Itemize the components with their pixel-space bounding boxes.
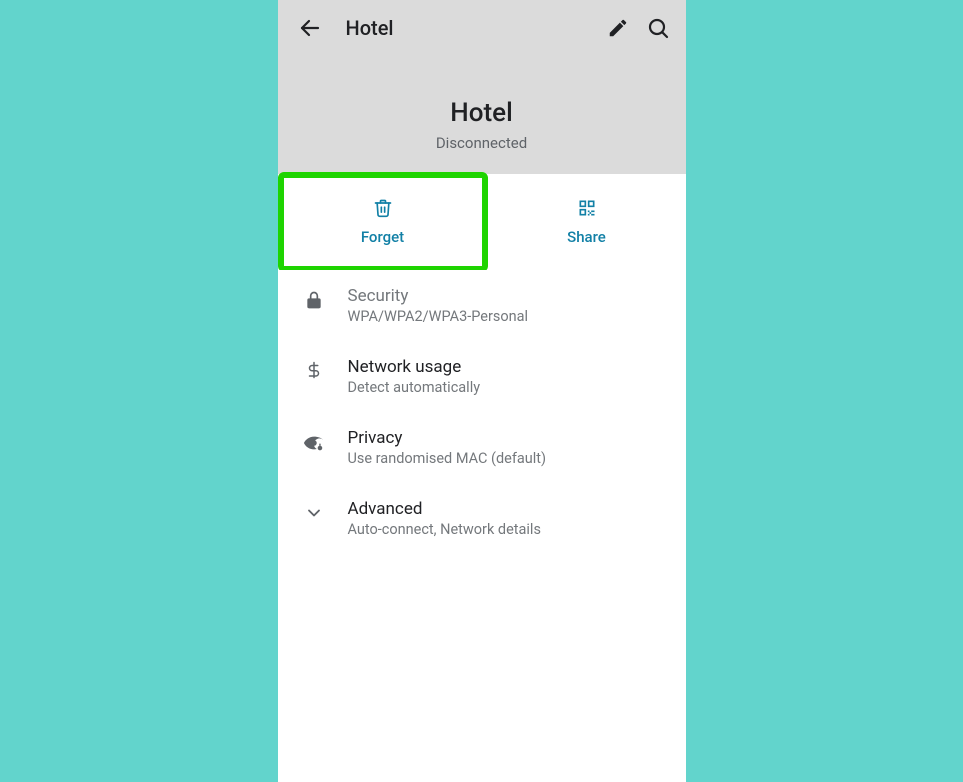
back-button[interactable]: [290, 8, 330, 48]
network-usage-row[interactable]: Network usage Detect automatically: [278, 341, 686, 412]
dollar-icon: [294, 357, 334, 379]
phone-frame: Hotel Hotel Disconnected Forget Share: [278, 0, 686, 782]
chevron-down-icon: [294, 499, 334, 523]
page-title: Hotel: [346, 16, 598, 40]
privacy-value: Use randomised MAC (default): [348, 450, 670, 467]
settings-list: Security WPA/WPA2/WPA3-Personal Network …: [278, 270, 686, 554]
header-region: Hotel Hotel Disconnected: [278, 0, 686, 174]
eye-icon: [294, 428, 334, 454]
network-hero: Hotel Disconnected: [278, 56, 686, 174]
share-label: Share: [567, 228, 606, 246]
advanced-title: Advanced: [348, 499, 670, 519]
usage-title: Network usage: [348, 357, 670, 377]
search-button[interactable]: [638, 8, 678, 48]
privacy-row[interactable]: Privacy Use randomised MAC (default): [278, 412, 686, 483]
pencil-icon: [607, 17, 629, 39]
security-value: WPA/WPA2/WPA3-Personal: [348, 308, 670, 325]
advanced-row[interactable]: Advanced Auto-connect, Network details: [278, 483, 686, 554]
topbar: Hotel: [278, 0, 686, 56]
action-row: Forget Share: [278, 174, 686, 270]
network-name: Hotel: [294, 98, 670, 128]
qr-code-icon: [577, 198, 597, 218]
lock-icon: [294, 286, 334, 310]
privacy-title: Privacy: [348, 428, 670, 448]
arrow-back-icon: [298, 16, 322, 40]
search-icon: [646, 16, 670, 40]
forget-label: Forget: [361, 228, 404, 246]
share-button[interactable]: Share: [488, 174, 686, 270]
security-title: Security: [348, 286, 670, 306]
network-status: Disconnected: [294, 134, 670, 152]
forget-button[interactable]: Forget: [278, 172, 488, 272]
trash-icon: [373, 198, 393, 218]
advanced-value: Auto-connect, Network details: [348, 521, 670, 538]
usage-value: Detect automatically: [348, 379, 670, 396]
security-row: Security WPA/WPA2/WPA3-Personal: [278, 270, 686, 341]
edit-button[interactable]: [598, 8, 638, 48]
